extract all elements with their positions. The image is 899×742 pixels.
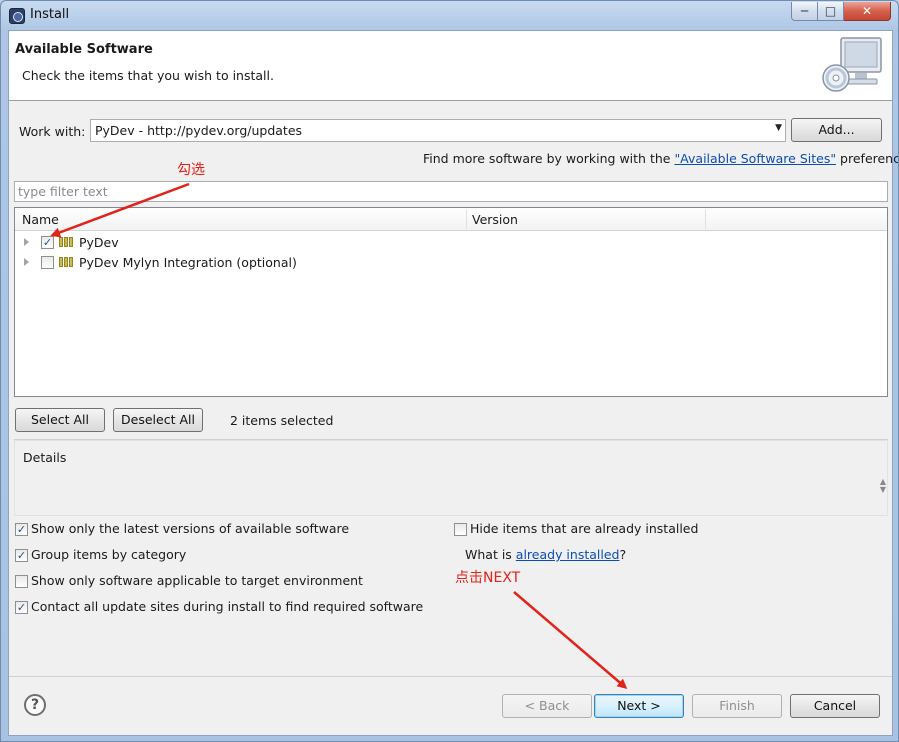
work-with-label: Work with: (19, 124, 86, 139)
page-subtitle: Check the items that you wish to install… (22, 68, 274, 83)
work-with-value: PyDev - http://pydev.org/updates (95, 123, 303, 138)
group-by-category-checkbox[interactable]: ✓ (15, 549, 28, 562)
column-header-version[interactable]: Version (472, 212, 518, 227)
check-annotation: 勾选 (177, 162, 205, 178)
tree-header: Name Version (15, 208, 887, 231)
pydev-mylyn-checkbox[interactable] (41, 256, 54, 269)
column-divider[interactable] (466, 210, 467, 229)
find-more-suffix: preferences. (840, 151, 899, 166)
contact-sites-label: Contact all update sites during install … (31, 599, 424, 614)
feature-icon (59, 237, 75, 247)
expand-arrow-icon[interactable] (24, 238, 29, 246)
dialog-body: Available Software Check the items that … (8, 30, 898, 736)
back-button[interactable]: < Back (502, 694, 592, 718)
column-header-name[interactable]: Name (22, 212, 59, 227)
header-banner: Available Software Check the items that … (9, 31, 892, 101)
add-site-button[interactable]: Add... (791, 118, 882, 142)
finish-button[interactable]: Finish (692, 694, 782, 718)
install-window: Install ─ □ ✕ Available Software Check t… (0, 0, 899, 742)
contact-sites-checkbox[interactable]: ✓ (15, 601, 28, 614)
feature-icon (59, 257, 75, 267)
close-button[interactable]: ✕ (844, 2, 891, 21)
select-all-button[interactable]: Select All (15, 408, 105, 432)
hide-installed-label: Hide items that are already installed (470, 521, 699, 536)
chevron-down-icon[interactable]: ▼ (775, 123, 782, 133)
next-button[interactable]: Next > (594, 694, 684, 718)
tree-row-label: PyDev (79, 235, 119, 250)
window-title: Install (30, 7, 70, 22)
already-installed-link[interactable]: already installed (516, 547, 620, 562)
expand-arrow-icon[interactable] (24, 258, 29, 266)
maximize-button[interactable]: □ (818, 2, 844, 21)
tree-row-label: PyDev Mylyn Integration (optional) (79, 255, 297, 270)
filter-input[interactable]: type filter text (14, 181, 888, 202)
what-is-installed-text: What is already installed? (465, 547, 626, 562)
details-label: Details (23, 450, 71, 465)
title-bar[interactable]: Install ─ □ ✕ (1, 1, 898, 31)
tree-row-pydev-mylyn[interactable]: PyDev Mylyn Integration (optional) (15, 253, 887, 273)
latest-versions-checkbox[interactable]: ✓ (15, 523, 28, 536)
help-icon[interactable]: ? (24, 694, 46, 716)
column-divider[interactable] (705, 210, 706, 229)
what-is-suffix: ? (619, 547, 627, 562)
work-with-combo[interactable]: PyDev - http://pydev.org/updates ▼ (90, 119, 786, 142)
cancel-button[interactable]: Cancel (790, 694, 880, 718)
latest-versions-label: Show only the latest versions of availab… (31, 521, 350, 536)
software-tree: Name Version ✓ PyDev PyDev Mylyn Integra… (14, 207, 888, 397)
deselect-all-button[interactable]: Deselect All (113, 408, 203, 432)
group-by-category-label: Group items by category (31, 547, 187, 562)
selection-status: 2 items selected (230, 413, 334, 428)
tree-row-pydev[interactable]: ✓ PyDev (15, 233, 887, 253)
details-group: Details ▲ ▼ (14, 439, 888, 516)
eclipse-app-icon (9, 8, 25, 24)
details-area[interactable] (14, 440, 888, 516)
available-software-sites-link[interactable]: "Available Software Sites" (674, 151, 836, 166)
monitor-cd-icon (822, 37, 882, 92)
find-more-prefix: Find more software by working with the (423, 151, 675, 166)
what-is-prefix: What is (465, 547, 516, 562)
target-env-checkbox[interactable] (15, 575, 28, 588)
footer-divider (9, 676, 892, 677)
find-more-text: Find more software by working with the "… (423, 151, 899, 166)
page-title: Available Software (15, 42, 153, 57)
target-env-label: Show only software applicable to target … (31, 573, 363, 588)
next-annotation: 点击NEXT (455, 570, 521, 586)
minimize-button[interactable]: ─ (791, 2, 818, 21)
hide-installed-checkbox[interactable] (454, 523, 467, 536)
details-scroll-arrows[interactable]: ▲ ▼ (880, 478, 886, 494)
pydev-checkbox[interactable]: ✓ (41, 236, 54, 249)
